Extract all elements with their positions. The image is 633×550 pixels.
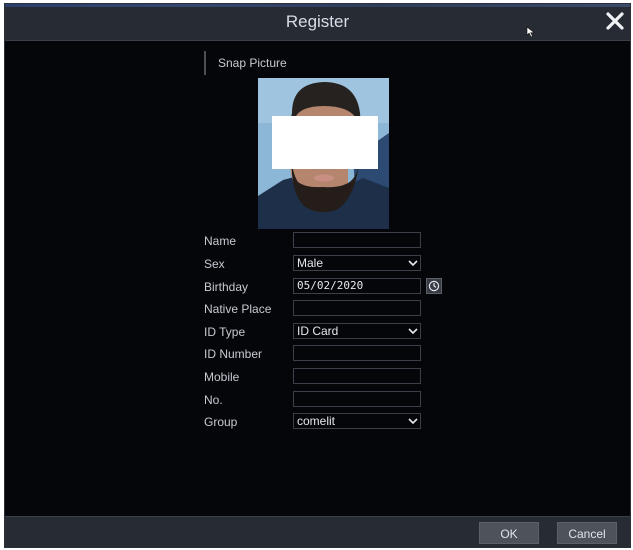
name-field[interactable] (293, 232, 421, 248)
name-label: Name (204, 234, 237, 248)
face-privacy-mask (272, 116, 378, 169)
native-place-label: Native Place (204, 302, 272, 316)
id-type-label: ID Type (204, 325, 246, 339)
sex-value: Male (297, 256, 324, 270)
id-type-select[interactable]: ID Card (293, 323, 421, 339)
id-type-value: ID Card (297, 324, 339, 338)
mouse-cursor-icon (526, 26, 535, 38)
birthday-value: 05/02/2020 (297, 279, 364, 292)
no-label: No. (204, 393, 223, 407)
close-icon[interactable] (603, 9, 627, 33)
birthday-label: Birthday (204, 280, 249, 294)
ok-button[interactable]: OK (479, 522, 539, 544)
sex-label: Sex (204, 257, 225, 271)
chevron-down-icon (408, 328, 418, 335)
clock-icon[interactable] (426, 278, 442, 294)
top-strip (5, 4, 630, 7)
snap-picture-label: Snap Picture (218, 56, 287, 70)
dialog-title: Register (285, 12, 350, 31)
mobile-field[interactable] (293, 368, 421, 384)
cancel-button[interactable]: Cancel (557, 522, 617, 544)
mobile-label: Mobile (204, 370, 240, 384)
no-field[interactable] (293, 391, 421, 407)
native-place-field[interactable] (293, 300, 421, 316)
dialog-titlebar: Register (5, 4, 630, 41)
group-label: Group (204, 415, 238, 429)
group-value: comelit (297, 414, 336, 428)
birthday-field[interactable]: 05/02/2020 (293, 278, 421, 294)
group-select[interactable]: comelit (293, 413, 421, 429)
face-snapshot-photo (258, 78, 389, 229)
chevron-down-icon (408, 260, 418, 267)
id-number-field[interactable] (293, 345, 421, 361)
id-number-label: ID Number (204, 347, 263, 361)
chevron-down-icon (408, 418, 418, 425)
dialog-footer: OK Cancel (5, 516, 630, 547)
register-dialog: Register Snap Picture Name Sex Male Birt… (4, 3, 631, 548)
snap-picture-section: Snap Picture (204, 51, 287, 75)
sex-select[interactable]: Male (293, 255, 421, 271)
